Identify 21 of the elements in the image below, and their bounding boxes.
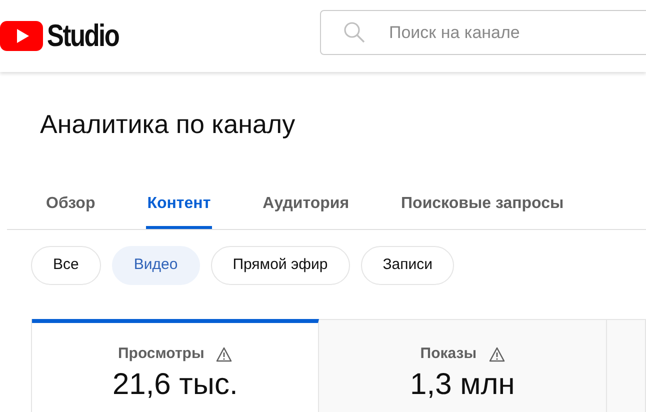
tab[interactable]: Аудитория — [262, 182, 350, 229]
tab[interactable]: Контент — [146, 182, 212, 229]
filter-chip[interactable]: Все — [31, 246, 101, 285]
logo-text: Studio — [47, 16, 119, 55]
warning-icon — [488, 346, 505, 362]
page-title: Аналитика по каналу — [40, 108, 296, 141]
metric-value: 1,3 млн — [410, 366, 515, 402]
metric-card[interactable] — [606, 319, 645, 412]
filter-chip[interactable]: Видео — [112, 246, 200, 285]
filter-chip[interactable]: Записи — [360, 246, 454, 285]
search-icon — [342, 20, 366, 44]
metric-card[interactable]: Показы 1,3 млн — [319, 319, 607, 412]
warning-icon — [216, 346, 232, 362]
filter-chip[interactable]: Прямой эфир — [210, 246, 350, 285]
search-field[interactable]: Поиск на канале — [320, 10, 646, 55]
metric-value: 21,6 тыс. — [112, 366, 238, 402]
metric-card[interactable]: Просмотры 21,6 тыс. — [32, 319, 320, 412]
tab[interactable]: Поисковые запросы — [400, 182, 565, 229]
tab[interactable]: Обзор — [45, 182, 96, 229]
metric-label: Просмотры — [118, 344, 204, 364]
metric-label: Показы — [420, 344, 477, 364]
